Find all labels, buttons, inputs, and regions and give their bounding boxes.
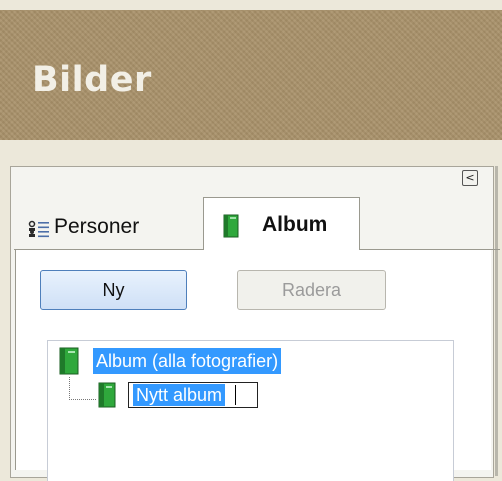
album-book-icon [223,214,239,238]
page-title: Bilder [32,60,152,100]
header-banner: Bilder [0,10,502,140]
delete-album-button[interactable]: Radera [237,270,386,310]
tab-album-label: Album [262,213,328,236]
panel-right-border [495,166,498,476]
text-caret [235,385,236,405]
album-book-icon [59,347,79,375]
tab-album[interactable]: Album [203,197,360,250]
tab-personer[interactable]: Personer [24,203,200,249]
new-album-button[interactable]: Ny [40,270,187,310]
tree-connector [69,377,96,400]
people-list-icon [28,220,49,238]
album-book-icon [98,382,116,408]
tab-personer-label: Personer [54,215,140,238]
tree-item-all-albums[interactable]: Album (alla fotografier) [93,348,282,374]
collapse-panel-button[interactable]: < [462,170,478,186]
rename-album-text: Nytt album [133,384,226,406]
